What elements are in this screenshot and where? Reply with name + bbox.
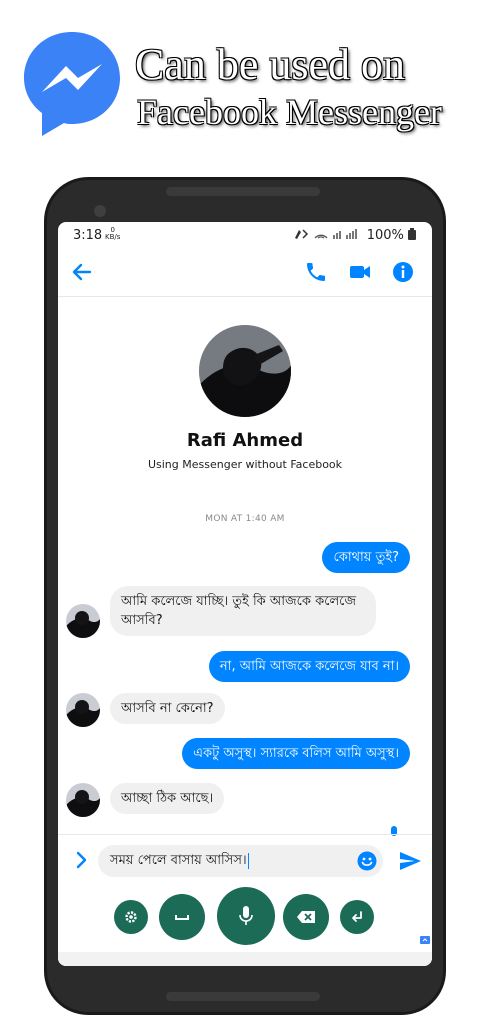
arrow-back-icon[interactable]: [70, 260, 94, 284]
backspace-icon: [297, 911, 315, 923]
battery-icon: [408, 228, 416, 240]
contact-avatar: [66, 604, 100, 638]
keyboard-space-button[interactable]: [159, 894, 205, 940]
contact-avatar: [66, 693, 100, 727]
space-icon: [175, 915, 189, 920]
message-composer: সময় পেলে বাসায় আসিস।: [58, 834, 432, 887]
text-cursor: [247, 852, 249, 869]
promo-line-2: Facebook Messenger: [137, 92, 442, 132]
bottom-speaker: [166, 992, 320, 1001]
send-icon[interactable]: [398, 849, 422, 873]
phone-icon[interactable]: [304, 260, 328, 284]
status-right: 100%: [293, 228, 416, 243]
battery-level: 100%: [366, 228, 404, 243]
message-outgoing[interactable]: কোথায় তুই?: [322, 542, 410, 573]
settings-icon: [125, 911, 137, 923]
keyboard-settings-button[interactable]: [114, 900, 148, 934]
messenger-logo-icon: [22, 30, 122, 138]
message-outgoing[interactable]: না, আমি আজকে কলেজে যাব না।: [208, 651, 410, 682]
message-input[interactable]: সময় পেলে বাসায় আসিস।: [98, 845, 383, 877]
message-incoming[interactable]: আমি কলেজে যাচ্ছি। তুই কি আজকে কলেজে আসবি…: [110, 586, 376, 636]
profile-name: Rafi Ahmed: [186, 430, 304, 451]
info-icon[interactable]: [391, 260, 415, 284]
emoji-icon[interactable]: [357, 851, 377, 871]
profile-subtitle: Using Messenger without Facebook: [147, 458, 343, 471]
message-draft: সময় পেলে বাসায় আসিস।: [110, 853, 247, 868]
network-speed-unit: KB/s: [105, 233, 121, 241]
network-speed: 0 KB/s: [105, 227, 120, 241]
status-bar: 3:18 0 KB/s 100%: [58, 222, 432, 248]
keyboard-backspace-button[interactable]: [283, 894, 329, 940]
keyboard-bottom-strip: [58, 952, 432, 966]
enter-icon: [352, 911, 362, 922]
promo-line-1: Can be used on: [135, 40, 406, 89]
message-outgoing[interactable]: একটু অসুস্থ। স্যারকে বলিস আমি অসুস্থ।: [182, 738, 410, 769]
status-time: 3:18: [73, 228, 103, 243]
earpiece-speaker: [166, 187, 320, 196]
phone-screen: 3:18 0 KB/s 100% Rafi Ahmed Using Messen…: [58, 222, 432, 966]
conversation-timestamp: MON AT 1:40 AM: [205, 514, 285, 524]
keyboard-mic-button[interactable]: [217, 887, 275, 945]
promo-title: Can be used on Facebook Messenger: [135, 40, 495, 134]
message-incoming[interactable]: আচ্ছা ঠিক আছে।: [110, 783, 225, 814]
video-camera-icon[interactable]: [348, 260, 372, 284]
front-camera: [94, 205, 106, 217]
profile-avatar[interactable]: [199, 325, 291, 417]
keyboard-switch-icon[interactable]: [420, 936, 430, 944]
keyboard-enter-button[interactable]: [340, 900, 374, 934]
status-icons: [294, 229, 357, 239]
app-bar: [58, 248, 432, 297]
microphone-icon: [239, 906, 253, 925]
message-incoming[interactable]: আসবি না কেনো?: [110, 693, 225, 724]
message-input-text[interactable]: সময় পেলে বাসায় আসিস।: [110, 851, 249, 872]
chevron-right-icon[interactable]: [74, 849, 90, 871]
contact-avatar: [66, 783, 100, 817]
